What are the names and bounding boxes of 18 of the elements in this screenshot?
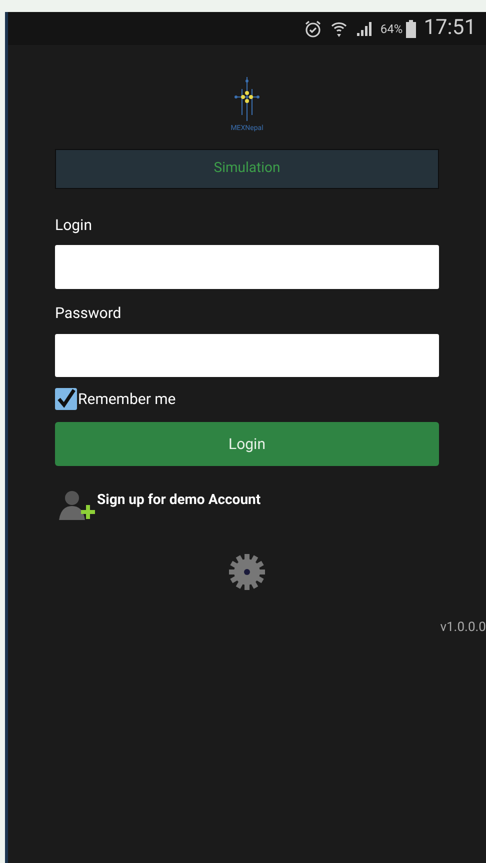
version-text: v1.0.0.0: [440, 619, 486, 637]
battery-icon: [406, 20, 416, 38]
battery-percent: 64%: [380, 20, 403, 38]
login-button[interactable]: Login: [55, 422, 439, 466]
login-field[interactable]: [55, 245, 439, 289]
signal-icon: [356, 20, 372, 36]
mode-button[interactable]: Simulation: [55, 148, 439, 188]
remember-checkbox[interactable]: Remember me: [55, 388, 439, 410]
clock: 17:51: [424, 14, 476, 42]
login-label: Login: [55, 214, 93, 236]
alarm-icon: [304, 20, 322, 38]
wifi-icon: [330, 20, 348, 38]
check-icon: [56, 388, 76, 409]
password-field[interactable]: [55, 334, 439, 376]
settings-icon[interactable]: [227, 552, 267, 592]
signup-link[interactable]: Sign up for demo Account: [97, 490, 261, 511]
logo-icon: [232, 75, 262, 123]
password-label: Password: [55, 303, 122, 324]
